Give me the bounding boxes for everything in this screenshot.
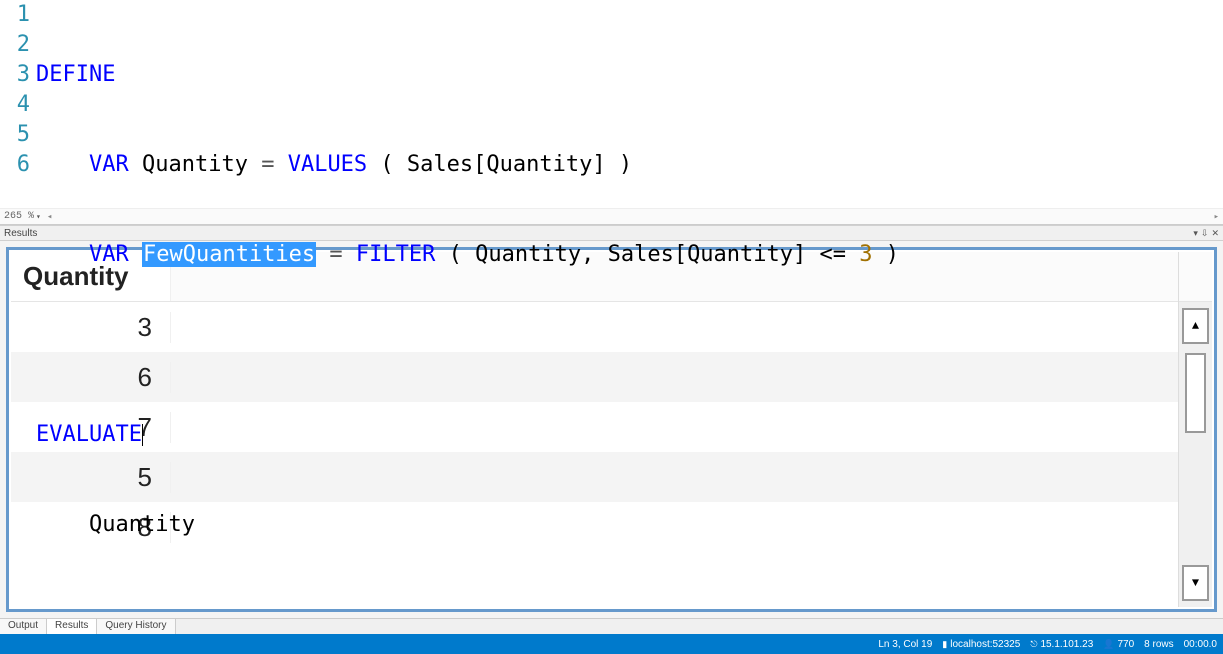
expression: ( Quantity, Sales[Quantity] <= — [435, 242, 859, 267]
line-number: 1 — [0, 0, 30, 30]
server-icon: ▮ — [942, 639, 947, 650]
zoom-level[interactable]: 265 % — [4, 211, 34, 222]
code-text-area[interactable]: DEFINE VAR Quantity = VALUES ( Sales[Qua… — [36, 0, 1223, 205]
line-number: 2 — [0, 30, 30, 60]
status-server: ▮localhost:52325 — [942, 639, 1020, 650]
bottom-tabs: Output Results Query History — [0, 618, 1223, 634]
identifier: Quantity — [89, 512, 195, 537]
status-cursor-position: Ln 3, Col 19 — [878, 639, 932, 650]
number-literal: 3 — [859, 242, 872, 267]
code-editor[interactable]: 1 2 3 4 5 6 DEFINE VAR Quantity = VALUES… — [0, 0, 1223, 225]
status-version: ⎋15.1.101.23 — [1030, 639, 1093, 650]
user-icon: 👤 — [1103, 639, 1114, 650]
hscroll-right-icon[interactable]: ▸ — [1214, 212, 1219, 222]
keyword-var: VAR — [89, 152, 129, 177]
operator: = — [316, 242, 356, 267]
status-row-count: 8 rows — [1144, 639, 1173, 650]
function-name: FILTER — [356, 242, 435, 267]
expression: ( Sales[Quantity] ) — [367, 152, 632, 177]
selected-text[interactable]: FewQuantities — [142, 242, 316, 267]
expression: ) — [873, 242, 900, 267]
hscroll-left-icon[interactable]: ◂ — [47, 212, 52, 222]
text-caret — [142, 424, 143, 446]
function-name: VALUES — [288, 152, 367, 177]
line-number-gutter: 1 2 3 4 5 6 — [0, 0, 36, 205]
keyword-var: VAR — [89, 242, 129, 267]
keyword-evaluate: EVALUATE — [36, 422, 142, 447]
zoom-dropdown-icon[interactable]: ▾ — [36, 212, 41, 222]
version-icon: ⎋ — [1030, 639, 1037, 650]
tab-output[interactable]: Output — [0, 619, 47, 634]
line-number: 4 — [0, 90, 30, 120]
line-number: 5 — [0, 120, 30, 150]
tab-results[interactable]: Results — [47, 619, 97, 634]
identifier: Quantity — [142, 152, 248, 177]
status-bar: Ln 3, Col 19 ▮localhost:52325 ⎋15.1.101.… — [0, 634, 1223, 654]
operator: = — [248, 152, 288, 177]
line-number: 6 — [0, 150, 30, 180]
keyword-define: DEFINE — [36, 62, 115, 87]
results-panel-title: Results — [4, 228, 37, 239]
tab-query-history[interactable]: Query History — [97, 619, 175, 634]
status-user: 👤770 — [1103, 639, 1134, 650]
editor-zoom-bar: 265 % ▾ ◂ ▸ — [0, 208, 1223, 224]
line-number: 3 — [0, 60, 30, 90]
status-elapsed-time: 00:00.0 — [1184, 639, 1217, 650]
